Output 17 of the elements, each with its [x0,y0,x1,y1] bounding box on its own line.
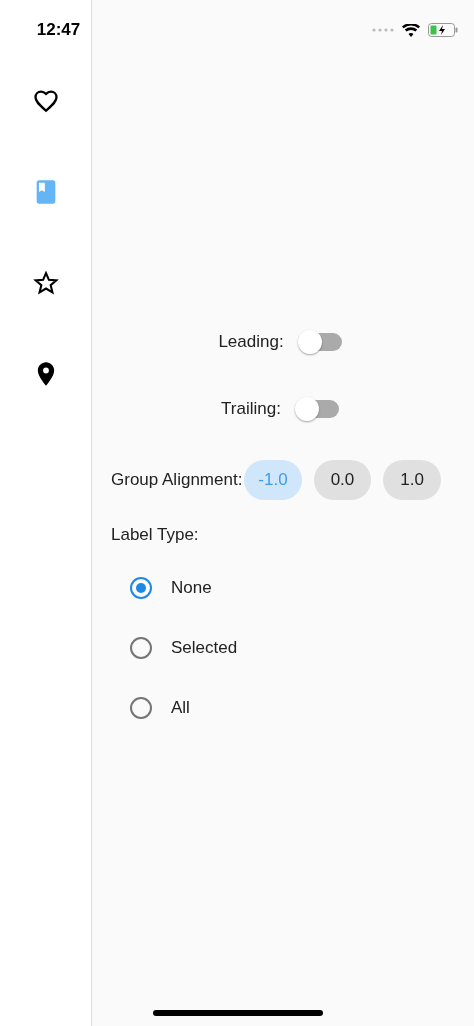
star-icon [31,269,60,297]
alignment-chip[interactable]: 0.0 [313,460,372,500]
radio-label: Selected [171,638,238,658]
battery-icon [428,23,458,37]
radio-button[interactable] [130,697,152,719]
radio-button[interactable] [130,577,152,599]
radio-label: All [171,698,190,718]
status-time: 12:47 [36,20,81,41]
switch-label: Trailing: [221,399,281,419]
radio-label: None [171,578,212,598]
group-alignment-label: Group Alignment: [111,470,243,490]
signal-icon [372,28,394,32]
radio-button[interactable] [130,637,152,659]
label-type-label: Label Type: [110,525,200,546]
switch-label: Leading: [218,332,284,352]
wifi-icon [402,23,420,37]
alignment-chip[interactable]: 1.0 [383,460,441,500]
